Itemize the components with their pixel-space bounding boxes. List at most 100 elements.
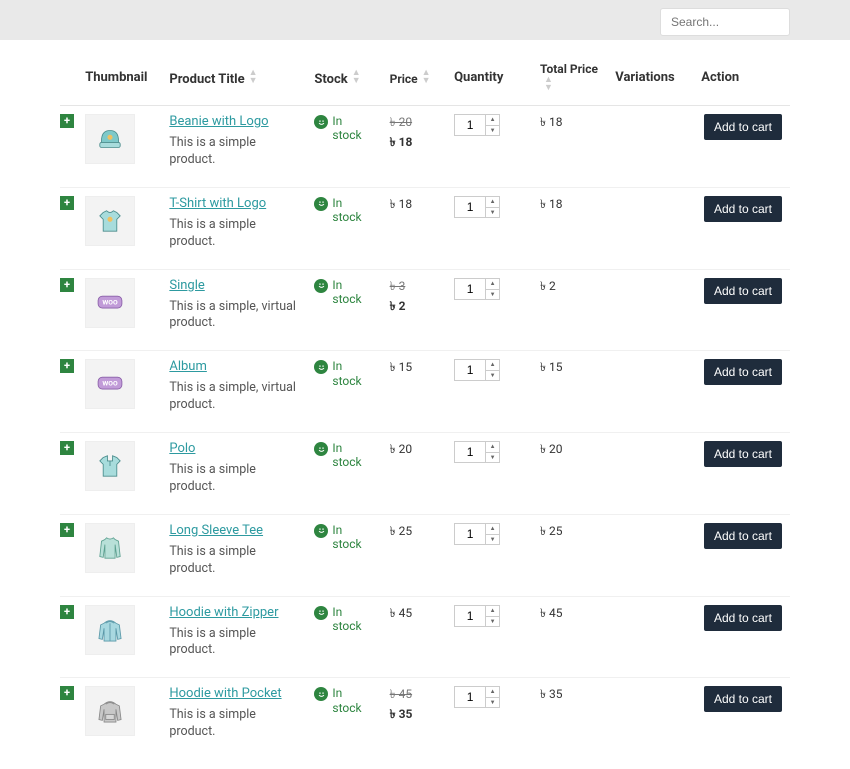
price-new: ৳ 2 <box>390 298 438 318</box>
product-thumbnail[interactable] <box>85 523 135 573</box>
qty-up-icon[interactable]: ▲ <box>486 197 499 208</box>
quantity-stepper[interactable]: ▲▼ <box>454 196 500 218</box>
qty-down-icon[interactable]: ▼ <box>486 617 499 627</box>
quantity-input[interactable] <box>455 442 485 462</box>
qty-up-icon[interactable]: ▲ <box>486 442 499 453</box>
quantity-stepper[interactable]: ▲▼ <box>454 523 500 545</box>
add-to-cart-button[interactable]: Add to cart <box>704 441 782 467</box>
product-link[interactable]: Polo <box>169 441 195 456</box>
product-link[interactable]: Hoodie with Pocket <box>169 686 281 701</box>
expand-button[interactable]: + <box>60 605 74 619</box>
variations-cell <box>607 514 693 596</box>
qty-down-icon[interactable]: ▼ <box>486 535 499 545</box>
product-link[interactable]: Long Sleeve Tee <box>169 523 263 538</box>
add-to-cart-button[interactable]: Add to cart <box>704 686 782 712</box>
col-quantity[interactable]: Quantity <box>446 50 532 106</box>
stock-status: In stock <box>314 114 373 143</box>
qty-down-icon[interactable]: ▼ <box>486 371 499 381</box>
col-total[interactable]: Total Price▲▼ <box>532 50 607 106</box>
qty-up-icon[interactable]: ▲ <box>486 524 499 535</box>
product-link[interactable]: Beanie with Logo <box>169 114 268 129</box>
expand-button[interactable]: + <box>60 441 74 455</box>
expand-button[interactable]: + <box>60 114 74 128</box>
stock-text: In stock <box>332 523 373 552</box>
product-thumbnail[interactable]: WOO <box>85 359 135 409</box>
qty-down-icon[interactable]: ▼ <box>486 453 499 463</box>
add-to-cart-button[interactable]: Add to cart <box>704 196 782 222</box>
col-title[interactable]: Product Title▲▼ <box>161 50 306 106</box>
product-description: This is a simple product. <box>169 135 298 169</box>
expand-button[interactable]: + <box>60 359 74 373</box>
quantity-input[interactable] <box>455 115 485 135</box>
add-to-cart-button[interactable]: Add to cart <box>704 359 782 385</box>
qty-down-icon[interactable]: ▼ <box>486 290 499 300</box>
qty-down-icon[interactable]: ▼ <box>486 126 499 136</box>
stock-status: In stock <box>314 278 373 307</box>
variations-cell <box>607 678 693 759</box>
quantity-stepper[interactable]: ▲▼ <box>454 114 500 136</box>
col-thumbnail[interactable]: Thumbnail <box>77 50 161 106</box>
table-row: + Beanie with Logo This is a simple produc… <box>60 106 790 188</box>
stock-status: In stock <box>314 605 373 634</box>
col-action[interactable]: Action <box>693 50 790 106</box>
expand-button[interactable]: + <box>60 196 74 210</box>
quantity-input[interactable] <box>455 360 485 380</box>
product-link[interactable]: Album <box>169 359 207 374</box>
price-old: ৳ 3 <box>390 278 438 298</box>
table-row: +WOOSingleThis is a simple, virtual prod… <box>60 269 790 351</box>
quantity-input[interactable] <box>455 279 485 299</box>
qty-up-icon[interactable]: ▲ <box>486 360 499 371</box>
stock-status: In stock <box>314 523 373 552</box>
search-input[interactable] <box>660 8 790 36</box>
quantity-input[interactable] <box>455 687 485 707</box>
price: ৳ 25 <box>390 524 412 538</box>
product-description: This is a simple product. <box>169 217 298 251</box>
quantity-input[interactable] <box>455 197 485 217</box>
add-to-cart-button[interactable]: Add to cart <box>704 278 782 304</box>
stock-status: In stock <box>314 196 373 225</box>
qty-up-icon[interactable]: ▲ <box>486 279 499 290</box>
product-thumbnail[interactable] <box>85 441 135 491</box>
product-link[interactable]: T-Shirt with Logo <box>169 196 266 211</box>
sort-icon: ▲▼ <box>422 69 431 85</box>
price: ৳ 45 <box>390 606 412 620</box>
quantity-stepper[interactable]: ▲▼ <box>454 686 500 708</box>
product-thumbnail[interactable] <box>85 686 135 736</box>
product-link[interactable]: Hoodie with Zipper <box>169 605 278 620</box>
qty-up-icon[interactable]: ▲ <box>486 115 499 126</box>
add-to-cart-button[interactable]: Add to cart <box>704 114 782 140</box>
col-price[interactable]: Price▲▼ <box>382 50 446 106</box>
product-thumbnail[interactable]: WOO <box>85 278 135 328</box>
qty-down-icon[interactable]: ▼ <box>486 208 499 218</box>
variations-cell <box>607 187 693 269</box>
smile-icon <box>314 360 328 374</box>
qty-up-icon[interactable]: ▲ <box>486 606 499 617</box>
product-thumbnail[interactable] <box>85 196 135 246</box>
expand-button[interactable]: + <box>60 686 74 700</box>
add-to-cart-button[interactable]: Add to cart <box>704 605 782 631</box>
quantity-stepper[interactable]: ▲▼ <box>454 605 500 627</box>
stock-text: In stock <box>332 114 373 143</box>
add-to-cart-button[interactable]: Add to cart <box>704 523 782 549</box>
price-new: ৳ 35 <box>390 706 438 726</box>
quantity-input[interactable] <box>455 606 485 626</box>
sort-icon: ▲▼ <box>352 69 361 85</box>
quantity-stepper[interactable]: ▲▼ <box>454 359 500 381</box>
qty-down-icon[interactable]: ▼ <box>486 698 499 708</box>
quantity-stepper[interactable]: ▲▼ <box>454 278 500 300</box>
stock-status: In stock <box>314 686 373 715</box>
product-link[interactable]: Single <box>169 278 204 293</box>
product-thumbnail[interactable] <box>85 114 135 164</box>
price-old: ৳ 45 <box>390 686 438 706</box>
table-row: +Hoodie with PocketThis is a simple prod… <box>60 678 790 759</box>
quantity-stepper[interactable]: ▲▼ <box>454 441 500 463</box>
expand-button[interactable]: + <box>60 278 74 292</box>
col-stock[interactable]: Stock▲▼ <box>306 50 381 106</box>
table-row: +Long Sleeve TeeThis is a simple product… <box>60 514 790 596</box>
quantity-input[interactable] <box>455 524 485 544</box>
expand-button[interactable]: + <box>60 523 74 537</box>
product-thumbnail[interactable] <box>85 605 135 655</box>
svg-text:WOO: WOO <box>103 380 119 388</box>
col-variations[interactable]: Variations <box>607 50 693 106</box>
col-expand <box>60 50 77 106</box>
